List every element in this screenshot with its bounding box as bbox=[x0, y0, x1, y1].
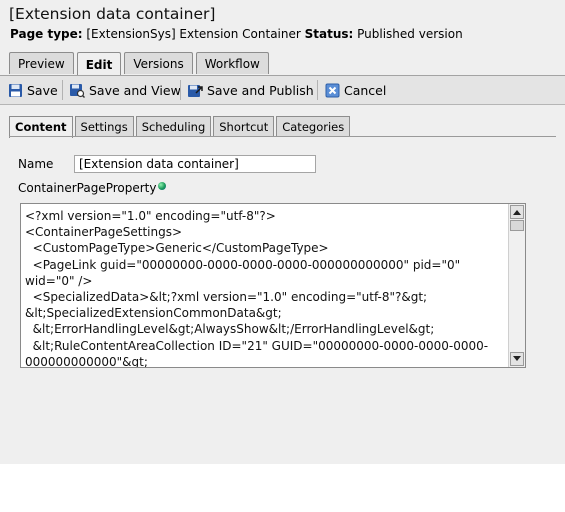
tab-shortcut[interactable]: Shortcut bbox=[213, 116, 275, 137]
scroll-up-button[interactable] bbox=[510, 205, 524, 219]
vertical-scrollbar[interactable] bbox=[508, 204, 525, 367]
floppy-view-icon bbox=[70, 83, 85, 98]
edit-subtabs: Content Settings Scheduling Shortcut Cat… bbox=[9, 116, 352, 138]
page-title: [Extension data container] bbox=[9, 5, 216, 23]
globe-icon[interactable] bbox=[158, 182, 167, 190]
save-and-publish-label: Save and Publish bbox=[207, 82, 314, 98]
publish-icon bbox=[188, 84, 203, 97]
scroll-thumb[interactable] bbox=[510, 220, 524, 231]
toolbar-separator bbox=[180, 80, 181, 100]
save-and-view-button[interactable]: Save and View bbox=[69, 80, 181, 100]
scroll-down-button[interactable] bbox=[510, 352, 524, 366]
toolbar-separator bbox=[317, 80, 318, 100]
tab-categories[interactable]: Categories bbox=[276, 116, 351, 137]
toolbar-separator bbox=[62, 80, 63, 100]
save-and-publish-button[interactable]: Save and Publish bbox=[187, 80, 314, 100]
save-button-label: Save bbox=[27, 82, 58, 98]
save-and-view-label: Save and View bbox=[89, 82, 181, 98]
property-label: ContainerPageProperty bbox=[18, 181, 157, 195]
status-value: Published version bbox=[353, 27, 463, 41]
status-label: Status: bbox=[304, 27, 354, 41]
tab-preview[interactable]: Preview bbox=[9, 52, 74, 74]
page-type-line: Page type: [ExtensionSys] Extension Cont… bbox=[10, 27, 463, 41]
cancel-button-label: Cancel bbox=[344, 82, 387, 98]
save-button[interactable]: Save bbox=[8, 80, 58, 100]
cancel-icon bbox=[325, 83, 340, 97]
name-label: Name bbox=[18, 157, 54, 171]
tab-workflow[interactable]: Workflow bbox=[195, 52, 269, 74]
page-type-label: Page type: bbox=[10, 27, 83, 41]
tab-scheduling[interactable]: Scheduling bbox=[135, 116, 212, 137]
property-label-row: ContainerPageProperty bbox=[18, 181, 167, 195]
toolbar: Save Save and View Save and Publish Canc… bbox=[0, 76, 565, 105]
arrow-up-icon bbox=[513, 210, 521, 215]
tab-versions[interactable]: Versions bbox=[124, 52, 193, 74]
property-xml-text: <?xml version="1.0" encoding="utf-8"?> <… bbox=[25, 209, 489, 368]
name-field[interactable] bbox=[74, 155, 316, 173]
arrow-down-icon bbox=[513, 356, 521, 361]
tab-settings[interactable]: Settings bbox=[74, 116, 134, 137]
cancel-button[interactable]: Cancel bbox=[325, 80, 386, 100]
tab-content[interactable]: Content bbox=[9, 116, 73, 138]
floppy-disk-icon bbox=[9, 83, 22, 97]
property-xml-editor[interactable]: <?xml version="1.0" encoding="utf-8"?> <… bbox=[20, 203, 526, 368]
tab-edit[interactable]: Edit bbox=[76, 52, 122, 76]
page-type-value: [ExtensionSys] Extension Container bbox=[82, 27, 305, 41]
subtabs-divider bbox=[9, 136, 556, 137]
view-tabs: Preview Edit Versions Workflow bbox=[9, 52, 272, 76]
